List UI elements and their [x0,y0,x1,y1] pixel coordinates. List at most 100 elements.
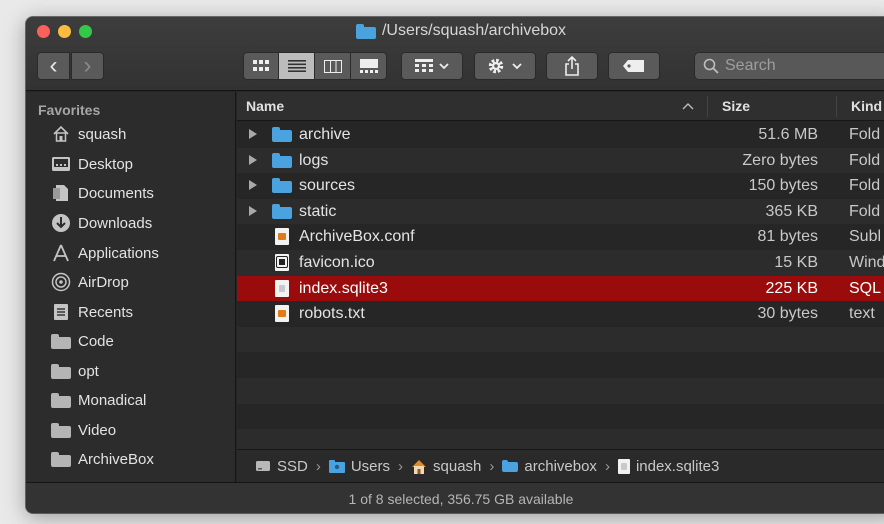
group-icon [415,59,449,72]
home-icon [50,124,72,144]
columns-icon [323,59,342,73]
disclosure-triangle-icon[interactable] [249,154,257,165]
file-row-robots-txt[interactable]: robots.txt 30 bytes text [237,301,884,327]
breadcrumb-squash[interactable]: squash [411,458,481,475]
list-view-button[interactable] [279,52,315,80]
recents-icon [50,302,72,322]
group-by-button[interactable] [401,52,463,80]
column-separator[interactable] [836,96,837,117]
gallery-view-button[interactable] [351,52,387,80]
sublime-file-icon [275,228,289,246]
column-view-button[interactable] [315,52,351,80]
tag-icon [623,60,644,72]
sidebar-item-monadical[interactable]: Monadical [50,387,146,413]
path-bar: SSD › Users › squash › archivebox › inde… [237,449,884,482]
icon-view-button[interactable] [243,52,279,80]
disk-icon [256,461,270,471]
chevron-right-icon: › [398,457,404,475]
action-menu-button[interactable] [474,52,536,80]
database-file-icon [275,279,289,297]
chevron-right-icon: › [489,457,495,475]
share-button[interactable] [546,52,598,80]
chevron-left-icon: ‹ [49,52,58,79]
sidebar-item-recents[interactable]: Recents [50,299,133,325]
column-size[interactable]: Size [722,98,750,114]
sidebar-heading-favorites: Favorites [38,102,101,118]
file-row-logs[interactable]: logs Zero bytes Fold [237,147,884,174]
empty-row [237,404,884,430]
window-title: /Users/squash/archivebox [26,22,884,40]
empty-row [237,352,884,378]
forward-button[interactable]: › [71,52,104,80]
column-kind[interactable]: Kind [851,98,882,114]
folder-icon [272,152,292,173]
sidebar-item-code[interactable]: Code [50,328,114,354]
documents-icon [50,183,72,203]
chevron-right-icon: › [83,52,92,79]
desktop-icon [50,154,72,174]
tags-button[interactable] [608,52,660,80]
sidebar-item-downloads[interactable]: Downloads [50,210,152,236]
file-row-static[interactable]: static 365 KB Fold [237,198,884,225]
column-separator[interactable] [707,96,708,117]
file-rows: archive 51.6 MB Fold logs Zero bytes Fol… [237,122,884,455]
ico-file-icon [275,253,289,271]
search-icon [703,58,719,74]
back-button[interactable]: ‹ [37,52,70,80]
sidebar: Favorites squash Desktop Documents Downl… [26,92,236,482]
file-row-archive[interactable]: archive 51.6 MB Fold [237,122,884,148]
breadcrumb-archivebox[interactable]: archivebox [502,458,597,475]
sidebar-item-applications[interactable]: Applications [50,240,159,266]
folder-icon [50,331,72,351]
folder-icon [50,361,72,381]
users-folder-icon [328,459,345,473]
gear-icon [488,58,522,74]
disclosure-triangle-icon[interactable] [249,129,257,139]
window-title-text: /Users/squash/archivebox [381,22,567,39]
list-icon [287,60,306,72]
sort-ascending-icon[interactable] [682,102,694,110]
text-file-icon [275,305,289,323]
status-bar: 1 of 8 selected, 356.75 GB available [26,482,884,513]
search-placeholder: Search [725,57,776,74]
chevron-right-icon: › [315,457,321,475]
home-icon [412,459,427,474]
view-switcher [243,52,387,80]
sidebar-item-squash[interactable]: squash [50,121,126,147]
folder-icon [50,390,72,410]
sidebar-item-opt[interactable]: opt [50,358,99,384]
breadcrumb-users[interactable]: Users [328,458,390,475]
chevron-right-icon: › [604,457,610,475]
sidebar-item-video[interactable]: Video [50,417,116,443]
disclosure-triangle-icon[interactable] [249,180,257,191]
finder-window: /Users/squash/archivebox ‹ › Search Favo… [26,17,884,513]
database-file-icon [617,458,630,474]
sidebar-item-documents[interactable]: Documents [50,180,154,206]
downloads-icon [50,213,72,233]
file-row-favicon[interactable]: favicon.ico 15 KB Wind [237,249,884,276]
applications-icon [50,243,72,263]
disclosure-triangle-icon[interactable] [249,205,257,216]
empty-row [237,326,884,353]
share-icon [565,56,579,76]
airdrop-icon [50,272,72,292]
file-row-sources[interactable]: sources 150 bytes Fold [237,173,884,199]
empty-row [237,377,884,404]
breadcrumb-ssd[interactable]: SSD [255,458,308,475]
search-field[interactable]: Search [694,52,884,80]
folder-icon [502,460,519,472]
sidebar-item-desktop[interactable]: Desktop [50,151,133,177]
folder-icon [355,23,376,39]
gallery-icon [359,59,378,73]
grid-icon [253,60,269,71]
file-list: Name Size Kind archive 51.6 MB Fold logs… [237,92,884,482]
folder-icon [50,449,72,469]
file-row-archivebox-conf[interactable]: ArchiveBox.conf 81 bytes Subl [237,224,884,250]
column-header: Name Size Kind [237,92,884,121]
file-row-index-sqlite3[interactable]: index.sqlite3 225 KB SQL [237,275,884,302]
titlebar: /Users/squash/archivebox ‹ › Search [26,17,884,91]
sidebar-item-airdrop[interactable]: AirDrop [50,269,129,295]
column-name[interactable]: Name [246,98,284,114]
breadcrumb-index-sqlite3[interactable]: index.sqlite3 [617,458,719,475]
sidebar-item-archivebox[interactable]: ArchiveBox [50,446,154,472]
